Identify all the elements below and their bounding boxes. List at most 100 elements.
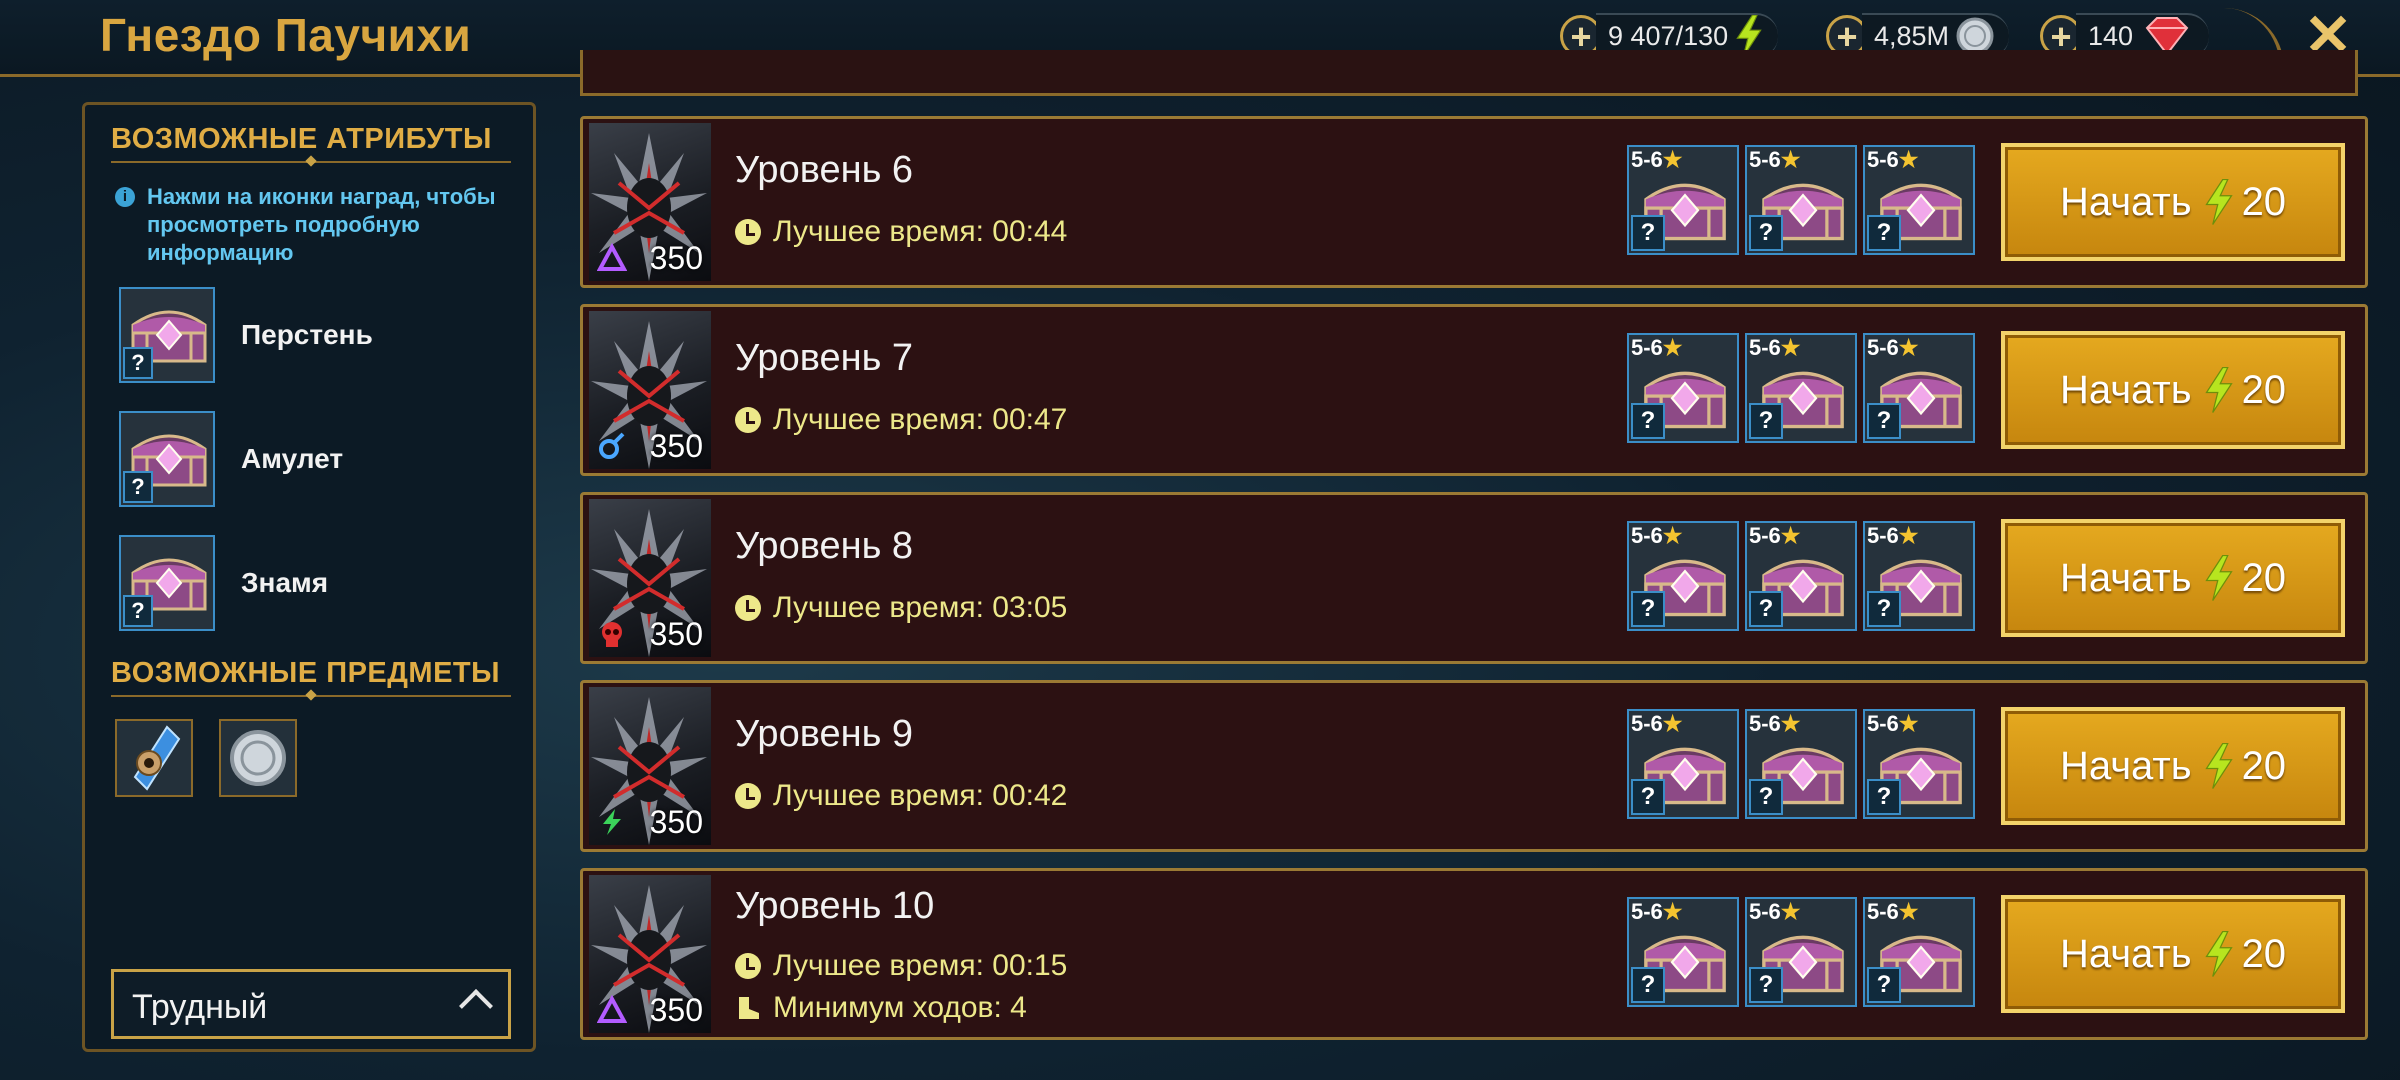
best-time: Лучшее время: 00:42 bbox=[735, 779, 1067, 813]
level-title: Уровень 6 bbox=[735, 149, 914, 191]
boss-power: 350 bbox=[649, 804, 703, 840]
question-icon: ? bbox=[123, 595, 153, 627]
attribute-amulet[interactable]: ? Амулет bbox=[119, 409, 519, 509]
energy-cost: 20 bbox=[2241, 555, 2287, 600]
silver-value: 4,85M bbox=[1874, 20, 1950, 51]
best-time-text: Лучшее время: 00:44 bbox=[773, 215, 1068, 248]
reward-chest[interactable]: 5-6★? bbox=[1745, 333, 1857, 443]
reward-chest[interactable]: 5-6★? bbox=[1627, 145, 1739, 255]
reward-chest[interactable]: 5-6★? bbox=[1627, 897, 1739, 1007]
reward-chest[interactable]: 5-6★? bbox=[1745, 145, 1857, 255]
reward-list: 5-6★? 5-6★? 5-6★? bbox=[1627, 333, 1981, 443]
boss-power: 350 bbox=[649, 992, 703, 1028]
info-text: Нажми на иконки наград, чтобы просмотрет… bbox=[147, 184, 496, 265]
reward-chest[interactable]: 5-6★? bbox=[1627, 709, 1739, 819]
boss-power: 350 bbox=[649, 428, 703, 464]
level-row-6: 350 Уровень 6 Лучшее время: 00:44 5-6★? 5… bbox=[580, 116, 2368, 288]
affinity-magic-icon bbox=[597, 995, 627, 1023]
reward-chest[interactable]: 5-6★? bbox=[1863, 709, 1975, 819]
start-label: Начать bbox=[2059, 179, 2192, 224]
question-icon: ? bbox=[1867, 591, 1901, 627]
boot-icon bbox=[739, 997, 759, 1019]
boss-portrait: 350 bbox=[589, 875, 711, 1033]
reward-list: 5-6★? 5-6★? 5-6★? bbox=[1627, 521, 1981, 631]
clock-icon bbox=[735, 953, 761, 979]
affinity-spirit-icon bbox=[599, 432, 625, 459]
start-button[interactable]: Начать 20 bbox=[2001, 331, 2345, 449]
level-title: Уровень 9 bbox=[735, 713, 914, 755]
energy-cost: 20 bbox=[2241, 367, 2287, 412]
previous-level-row-partial bbox=[580, 50, 2358, 96]
attributes-heading: ВОЗМОЖНЫЕ АТРИБУТЫ bbox=[111, 123, 492, 155]
level-title: Уровень 10 bbox=[735, 885, 935, 927]
question-icon: ? bbox=[1749, 403, 1783, 439]
reward-chest[interactable]: 5-6★? bbox=[1863, 145, 1975, 255]
boss-portrait: 350 bbox=[589, 687, 711, 845]
question-icon: ? bbox=[1867, 779, 1901, 815]
reward-chest[interactable]: 5-6★? bbox=[1863, 333, 1975, 443]
best-time: Лучшее время: 00:47 bbox=[735, 403, 1067, 437]
start-button[interactable]: Начать 20 bbox=[2001, 707, 2345, 825]
boss-portrait: 350 bbox=[589, 311, 711, 469]
reward-chest[interactable]: 5-6★? bbox=[1745, 709, 1857, 819]
energy-cost: 20 bbox=[2241, 179, 2287, 224]
question-icon: ? bbox=[1631, 215, 1665, 251]
start-button[interactable]: Начать 20 bbox=[2001, 143, 2345, 261]
level-row-9: 350 Уровень 9 Лучшее время: 00:42 5-6★? 5… bbox=[580, 680, 2368, 852]
chest-icon[interactable]: ? bbox=[119, 287, 215, 383]
energy-value: 9 407/130 bbox=[1608, 20, 1729, 51]
start-button[interactable]: Начать 20 bbox=[2001, 519, 2345, 637]
affinity-void-icon bbox=[603, 809, 621, 835]
reward-chest[interactable]: 5-6★? bbox=[1745, 521, 1857, 631]
question-icon: ? bbox=[1867, 215, 1901, 251]
reward-chest[interactable]: 5-6★? bbox=[1627, 521, 1739, 631]
best-time: Лучшее время: 03:05 bbox=[735, 591, 1067, 625]
difficulty-dropdown[interactable]: Трудный bbox=[111, 969, 511, 1039]
attribute-label: Амулет bbox=[241, 443, 344, 474]
reward-chest[interactable]: 5-6★? bbox=[1627, 333, 1739, 443]
start-label: Начать bbox=[2059, 555, 2192, 600]
best-time: Лучшее время: 00:15 bbox=[735, 949, 1067, 983]
difficulty-value: Трудный bbox=[132, 988, 268, 1026]
chevron-up-icon bbox=[459, 989, 493, 1023]
silver-coin-icon[interactable] bbox=[219, 719, 297, 797]
boss-power: 350 bbox=[649, 240, 703, 276]
chest-icon[interactable]: ? bbox=[119, 411, 215, 507]
attribute-ring[interactable]: ? Перстень bbox=[119, 285, 519, 385]
start-label: Начать bbox=[2059, 367, 2192, 412]
energy-cost: 20 bbox=[2241, 931, 2287, 976]
lightning-icon bbox=[2204, 743, 2234, 789]
reward-chest[interactable]: 5-6★? bbox=[1745, 897, 1857, 1007]
lightning-icon bbox=[2204, 179, 2234, 225]
lightning-icon bbox=[2204, 555, 2234, 601]
reward-chest[interactable]: 5-6★? bbox=[1863, 521, 1975, 631]
question-icon: ? bbox=[1749, 215, 1783, 251]
question-icon: ? bbox=[1749, 779, 1783, 815]
question-icon: ? bbox=[1749, 967, 1783, 1003]
reward-chest[interactable]: 5-6★? bbox=[1863, 897, 1975, 1007]
affinity-magic-icon bbox=[597, 243, 627, 271]
question-icon: ? bbox=[1749, 591, 1783, 627]
info-icon: i bbox=[115, 187, 135, 207]
gems-value: 140 bbox=[2088, 20, 2134, 51]
reward-list: 5-6★? 5-6★? 5-6★? bbox=[1627, 145, 1981, 255]
best-time-text: Лучшее время: 00:42 bbox=[773, 779, 1068, 812]
chest-icon[interactable]: ? bbox=[119, 535, 215, 631]
affinity-force-icon bbox=[602, 622, 622, 647]
start-label: Начать bbox=[2059, 743, 2192, 788]
best-time: Лучшее время: 00:44 bbox=[735, 215, 1067, 249]
min-turns: Минимум ходов: 4 bbox=[735, 991, 1027, 1025]
start-button[interactable]: Начать 20 bbox=[2001, 895, 2345, 1013]
attribute-banner[interactable]: ? Знамя bbox=[119, 533, 519, 633]
question-icon: ? bbox=[1631, 779, 1665, 815]
level-title: Уровень 8 bbox=[735, 525, 914, 567]
attribute-label: Перстень bbox=[241, 319, 373, 350]
level-title: Уровень 7 bbox=[735, 337, 914, 379]
question-icon: ? bbox=[1867, 403, 1901, 439]
info-hint: i Нажми на иконки наград, чтобы просмотр… bbox=[115, 183, 515, 267]
page-title: Гнездо Паучихи bbox=[100, 9, 472, 61]
xp-potion-icon[interactable] bbox=[115, 719, 193, 797]
start-label: Начать bbox=[2059, 931, 2192, 976]
question-icon: ? bbox=[1631, 967, 1665, 1003]
question-icon: ? bbox=[123, 347, 153, 379]
